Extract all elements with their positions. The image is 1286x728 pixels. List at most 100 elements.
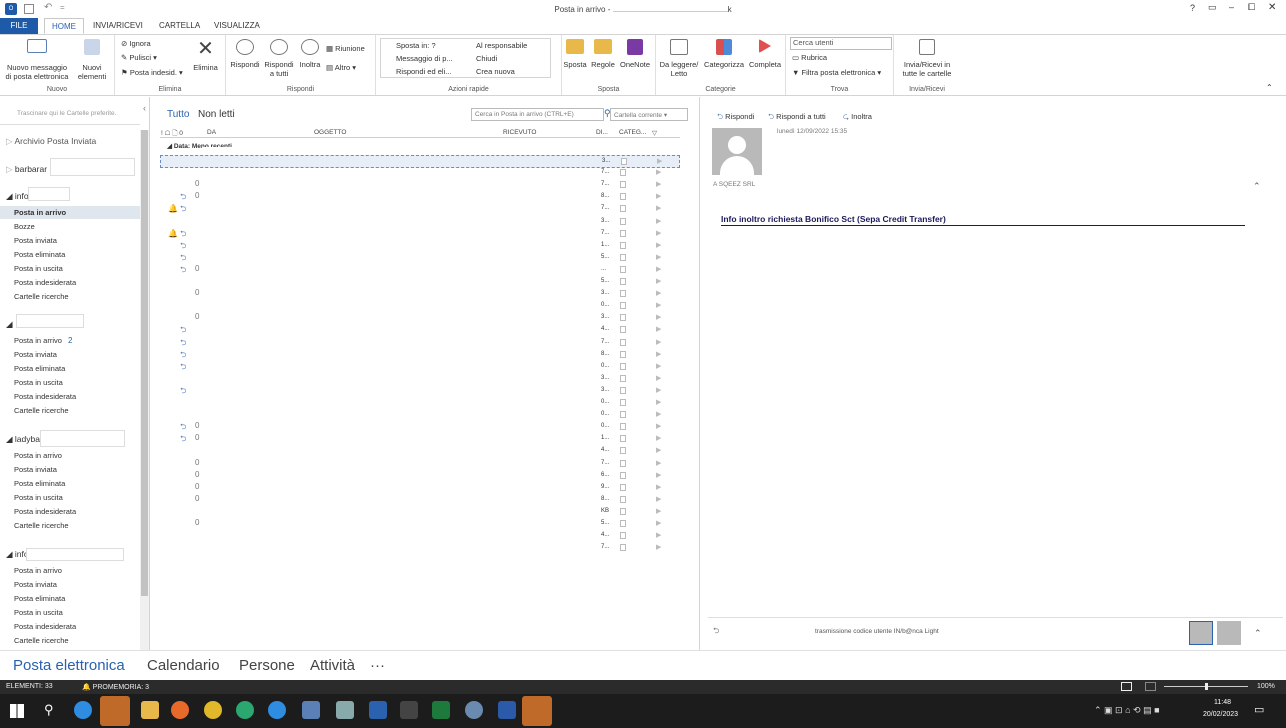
account-4-folder-5[interactable]: Cartelle ricerche [14, 521, 69, 530]
flag-icon[interactable]: ▶ [656, 301, 662, 309]
quick-step-move-to[interactable]: Sposta in: ? [396, 41, 436, 51]
onenote-button[interactable]: OneNote [617, 39, 653, 69]
teamviewer-icon[interactable] [268, 701, 286, 719]
archive-folder[interactable]: ▷ Archivio Posta Inviata [6, 136, 96, 147]
flag-icon[interactable]: ▶ [656, 241, 662, 249]
category-box[interactable] [620, 253, 626, 261]
reply-all-link[interactable]: ⮌ Rispondi a tutti [768, 111, 826, 124]
flag-icon[interactable]: ▶ [656, 325, 662, 333]
account-4-folder-0[interactable]: Posta in arrivo [14, 451, 62, 460]
message-row[interactable]: ⮌ 8... ▶ [160, 349, 680, 362]
nav-calendar[interactable]: Calendario [147, 657, 220, 674]
message-row[interactable]: ⮌ 0... ▶ [160, 264, 680, 277]
category-box[interactable] [620, 447, 626, 455]
category-box[interactable] [620, 423, 626, 431]
app-icon-6[interactable] [522, 696, 552, 726]
account-4-folder-1[interactable]: Posta inviata [14, 465, 57, 474]
account-4-folder-2[interactable]: Posta eliminata [14, 479, 65, 488]
account-2-folder-2[interactable]: Posta inviata [14, 236, 57, 245]
message-row[interactable]: ⮌ 0 1... ▶ [160, 433, 680, 446]
account-2[interactable]: ◢ info [6, 191, 29, 202]
collapse-pane-icon[interactable]: ‹ [143, 103, 146, 113]
new-items-button[interactable]: Nuovi elementi [72, 39, 112, 81]
flag-icon[interactable]: ▶ [656, 168, 662, 176]
ribbon-display-button[interactable]: ▭ [1208, 2, 1217, 13]
message-row[interactable]: 4... ▶ [160, 445, 680, 458]
people-avatar-1[interactable] [1189, 621, 1213, 645]
category-box[interactable] [620, 181, 626, 189]
nav-more[interactable]: ··· [370, 657, 385, 674]
message-row[interactable]: 3... ▶ [160, 155, 680, 168]
collapse-ribbon-icon[interactable]: ⌃ [1266, 83, 1273, 92]
quick-step-done[interactable]: Chiudi [476, 54, 497, 64]
search-taskbar-icon[interactable]: ⚲ [44, 702, 54, 718]
flag-icon[interactable]: ▶ [656, 350, 662, 358]
message-row[interactable]: ⮌ 1... ▶ [160, 240, 680, 253]
minimize-button[interactable]: – [1229, 2, 1234, 12]
account-5-folder-2[interactable]: Posta eliminata [14, 594, 65, 603]
flag-icon[interactable]: ▶ [656, 531, 662, 539]
message-row[interactable]: 0... ▶ [160, 397, 680, 410]
forward-link[interactable]: ⮎ Inoltra [843, 111, 872, 124]
flag-icon[interactable]: ▶ [656, 495, 662, 503]
category-box[interactable] [620, 169, 626, 177]
tab-home[interactable]: HOME [44, 18, 84, 34]
account-1[interactable]: ▷ barbarar [6, 164, 47, 175]
zoom-slider-thumb[interactable] [1205, 683, 1208, 690]
column-subject[interactable]: OGGETTO [314, 129, 346, 136]
quick-step-create-new[interactable]: Crea nuova [476, 67, 515, 77]
category-box[interactable] [620, 520, 626, 527]
maximize-button[interactable]: ⧠ [1248, 2, 1255, 13]
chrome-icon[interactable] [204, 701, 222, 719]
quick-step-to-manager[interactable]: Al responsabile [476, 41, 527, 51]
account-3-folder-4[interactable]: Posta indesiderata [14, 392, 76, 401]
app-icon-2[interactable] [336, 701, 354, 719]
message-row[interactable]: 0 7... ▶ [160, 458, 680, 471]
filter-unread-tab[interactable]: Non letti [198, 109, 235, 120]
unread-read-button[interactable]: Da leggere/ Letto [656, 39, 702, 78]
flag-icon[interactable]: ▶ [656, 483, 662, 491]
reading-view-icon[interactable] [1145, 682, 1156, 691]
reply-all-button[interactable]: Rispondi a tutti [261, 39, 297, 78]
category-box[interactable] [620, 350, 626, 358]
column-received[interactable]: RICEVUTO [503, 129, 536, 136]
new-email-button[interactable]: Nuovo messaggio di posta elettronica [2, 39, 72, 81]
column-size[interactable]: DI... [596, 129, 608, 136]
account-5-folder-3[interactable]: Posta in uscita [14, 608, 63, 617]
nav-people[interactable]: Persone [239, 657, 295, 674]
flag-icon[interactable]: ▶ [656, 446, 662, 454]
category-box[interactable] [620, 495, 626, 503]
category-box[interactable] [620, 302, 626, 310]
message-row[interactable]: ⮌ 3... ▶ [160, 385, 680, 398]
flag-icon[interactable]: ▶ [656, 289, 662, 297]
windows-start-icon[interactable] [10, 704, 24, 718]
category-box[interactable] [620, 314, 626, 322]
rules-button[interactable]: Regole [589, 39, 617, 69]
flag-icon[interactable]: ▶ [656, 422, 662, 430]
quick-step-team-mail[interactable]: Messaggio di p... [396, 54, 453, 64]
account-3[interactable]: ◢ [6, 319, 13, 330]
filter-all-tab[interactable]: Tutto [167, 109, 189, 120]
message-row[interactable]: 0... ▶ [160, 409, 680, 422]
close-button[interactable]: ✕ [1268, 2, 1276, 13]
message-row[interactable]: 🔔 ⮌ 7... ▶ [160, 203, 680, 216]
category-box[interactable] [620, 374, 626, 382]
account-4-folder-4[interactable]: Posta indesiderata [14, 507, 76, 516]
meeting-button[interactable]: ▦ Riunione [326, 44, 365, 54]
tab-send-receive[interactable]: INVIA/RICEVI [86, 18, 150, 34]
flag-icon[interactable]: ▶ [656, 386, 662, 394]
scrollbar-thumb[interactable] [141, 130, 148, 596]
clock-time[interactable]: 11:48 [1214, 699, 1231, 706]
column-icons[interactable]: ! ☖ 🗋 0 [161, 129, 183, 140]
tab-view[interactable]: VISUALIZZA [207, 18, 267, 34]
message-row[interactable]: 4... ▶ [160, 530, 680, 543]
category-box[interactable] [620, 399, 626, 406]
message-row[interactable]: 0 6... ▶ [160, 470, 680, 483]
account-3-folder-3[interactable]: Posta in uscita [14, 378, 63, 387]
flag-icon[interactable]: ▶ [656, 229, 662, 237]
collapse-header-icon[interactable]: ⌃ [1253, 181, 1261, 192]
message-row[interactable]: KB ▶ [160, 506, 680, 519]
search-scope-dropdown[interactable]: Cartella corrente ▾ [610, 108, 688, 121]
nav-mail[interactable]: Posta elettronica [13, 657, 125, 674]
message-row[interactable]: 7... ▶ [160, 167, 680, 180]
